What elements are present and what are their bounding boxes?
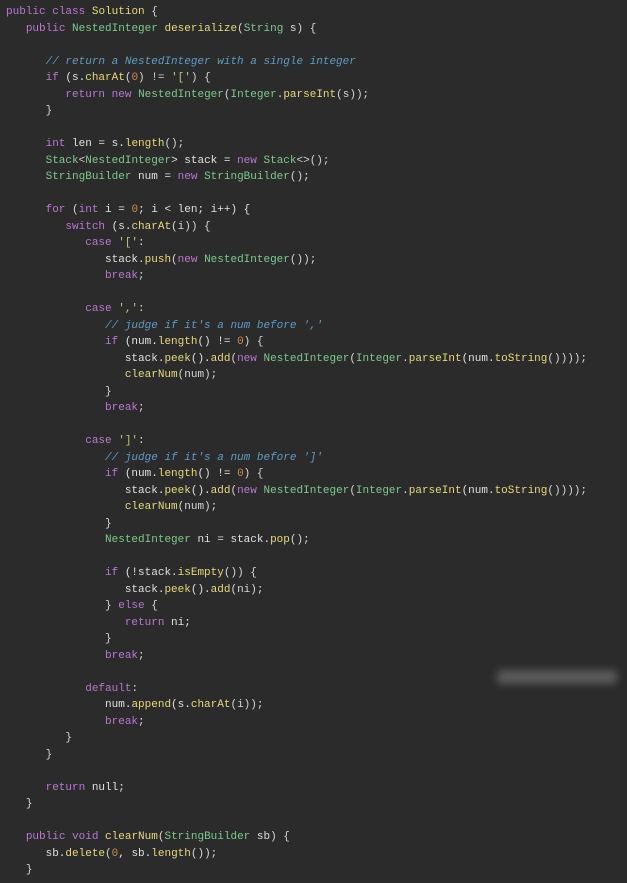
keyword: case bbox=[85, 303, 111, 315]
type: StringBuilder bbox=[164, 831, 250, 843]
punct: { bbox=[145, 6, 158, 18]
keyword: new bbox=[237, 155, 257, 167]
keyword: public bbox=[6, 6, 46, 18]
keyword: break bbox=[105, 270, 138, 282]
keyword: new bbox=[237, 353, 257, 365]
keyword: if bbox=[46, 72, 59, 84]
string: '[' bbox=[112, 237, 138, 249]
keyword: return bbox=[65, 89, 105, 101]
keyword: case bbox=[85, 435, 111, 447]
number: 0 bbox=[112, 848, 119, 860]
keyword: if bbox=[105, 468, 118, 480]
type: NestedInteger bbox=[105, 534, 191, 546]
string: ']' bbox=[112, 435, 138, 447]
type: NestedInteger bbox=[138, 89, 224, 101]
keyword: else bbox=[118, 600, 144, 612]
comment: // judge if it's a num before ',' bbox=[105, 320, 323, 332]
keyword: case bbox=[85, 237, 111, 249]
keyword: return bbox=[46, 782, 86, 794]
keyword: public bbox=[26, 23, 66, 35]
type: String bbox=[244, 23, 284, 35]
keyword: new bbox=[237, 485, 257, 497]
watermark-blur bbox=[497, 670, 617, 684]
keyword: return bbox=[125, 617, 165, 629]
keyword: class bbox=[52, 6, 85, 18]
type: Integer bbox=[356, 353, 402, 365]
method-name: clearNum bbox=[105, 831, 158, 843]
keyword: int bbox=[46, 138, 66, 150]
type: Integer bbox=[231, 89, 277, 101]
keyword: switch bbox=[65, 221, 105, 233]
code-block: public class Solution { public NestedInt… bbox=[0, 0, 627, 883]
type: Stack bbox=[46, 155, 79, 167]
class-name: Solution bbox=[92, 6, 145, 18]
keyword: int bbox=[79, 204, 99, 216]
keyword: if bbox=[105, 567, 118, 579]
type: NestedInteger bbox=[85, 155, 171, 167]
type: Integer bbox=[356, 485, 402, 497]
string: '[' bbox=[171, 72, 191, 84]
keyword: for bbox=[46, 204, 66, 216]
string: ',' bbox=[112, 303, 138, 315]
keyword: new bbox=[178, 171, 198, 183]
keyword: break bbox=[105, 402, 138, 414]
number: 0 bbox=[237, 468, 244, 480]
keyword: new bbox=[178, 254, 198, 266]
keyword: default bbox=[85, 683, 131, 695]
keyword: break bbox=[105, 716, 138, 728]
method-name: deserialize bbox=[164, 23, 237, 35]
comment: // return a NestedInteger with a single … bbox=[46, 56, 356, 68]
type: StringBuilder bbox=[46, 171, 132, 183]
number: 0 bbox=[237, 336, 244, 348]
comment: // judge if it's a num before ']' bbox=[105, 452, 323, 464]
keyword: if bbox=[105, 336, 118, 348]
keyword: new bbox=[112, 89, 132, 101]
keyword: public bbox=[26, 831, 66, 843]
code-viewer: public class Solution { public NestedInt… bbox=[0, 0, 627, 883]
keyword: void bbox=[72, 831, 98, 843]
type: NestedInteger bbox=[72, 23, 158, 35]
keyword: break bbox=[105, 650, 138, 662]
